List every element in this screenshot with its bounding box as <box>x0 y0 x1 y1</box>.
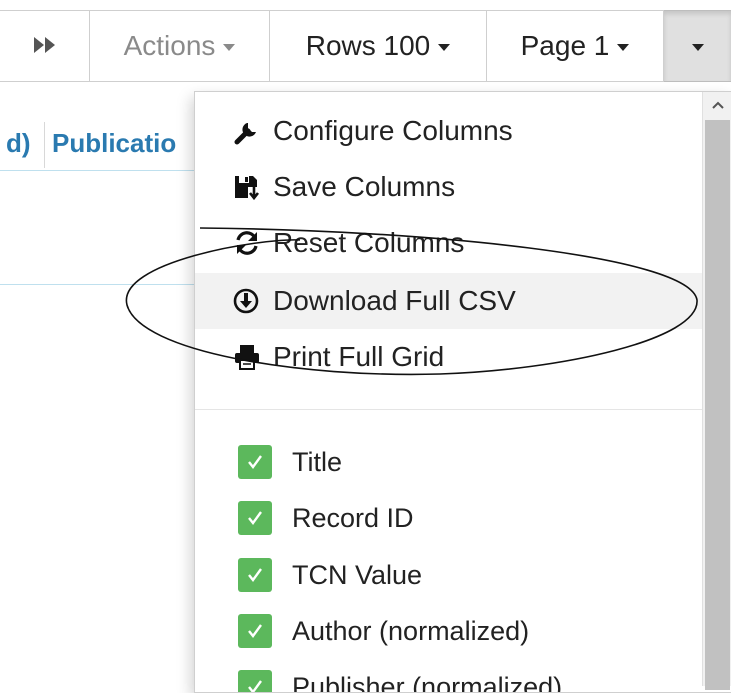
wrench-icon <box>233 116 273 146</box>
column-separator <box>44 122 45 168</box>
grid-menu-toggle[interactable] <box>664 10 731 82</box>
refresh-icon <box>233 228 273 258</box>
save-columns-label: Save Columns <box>273 171 455 203</box>
column-toggle-publisher[interactable]: Publisher (normalized) <box>195 659 703 693</box>
print-full-grid-item[interactable]: Print Full Grid <box>195 329 703 385</box>
menu-divider <box>195 409 703 410</box>
grid-header-row: d) Publicatio <box>0 118 195 171</box>
reset-columns-label: Reset Columns <box>273 227 464 259</box>
scrollbar-thumb[interactable] <box>705 120 730 690</box>
menu-scrollbar[interactable] <box>702 92 731 686</box>
download-icon <box>233 286 273 316</box>
checkbox-checked-icon[interactable] <box>238 558 272 592</box>
actions-button[interactable]: Actions <box>90 10 270 82</box>
checkbox-checked-icon[interactable] <box>238 614 272 648</box>
column-toggle-label: TCN Value <box>292 560 422 591</box>
print-icon <box>233 342 273 372</box>
print-full-grid-label: Print Full Grid <box>273 341 444 373</box>
column-toggle-label: Author (normalized) <box>292 616 529 647</box>
grid-toolbar: Actions Rows 100 Page 1 <box>0 10 731 84</box>
column-toggle-author[interactable]: Author (normalized) <box>195 603 703 659</box>
page-button[interactable]: Page 1 <box>487 10 664 82</box>
column-toggle-label: Publisher (normalized) <box>292 672 562 693</box>
rows-label: Rows 100 <box>306 30 431 62</box>
next-page-button[interactable] <box>0 10 90 82</box>
download-full-csv-item[interactable]: Download Full CSV <box>195 273 703 329</box>
checkbox-checked-icon[interactable] <box>238 670 272 693</box>
grid-actions-menu: Configure Columns Save Columns Reset Col… <box>194 91 731 693</box>
save-columns-item[interactable]: Save Columns <box>195 159 703 215</box>
column-header-publication[interactable]: Publicatio <box>52 128 176 159</box>
page-label: Page 1 <box>521 30 610 62</box>
reset-columns-item[interactable]: Reset Columns <box>195 215 703 271</box>
download-full-csv-label: Download Full CSV <box>273 285 516 317</box>
caret-down-icon <box>617 44 629 51</box>
column-toggle-tcn-value[interactable]: TCN Value <box>195 547 703 603</box>
column-toggle-title[interactable]: Title <box>195 434 703 490</box>
column-toggle-label: Title <box>292 447 342 478</box>
grid-row-divider <box>0 284 195 285</box>
checkbox-checked-icon[interactable] <box>238 445 272 479</box>
column-toggle-record-id[interactable]: Record ID <box>195 490 703 546</box>
configure-columns-label: Configure Columns <box>273 115 513 147</box>
actions-label: Actions <box>124 30 216 62</box>
caret-down-icon <box>692 44 704 51</box>
configure-columns-item[interactable]: Configure Columns <box>195 103 703 159</box>
column-header-partial[interactable]: d) <box>6 128 31 159</box>
column-toggle-label: Record ID <box>292 503 414 534</box>
caret-down-icon <box>438 44 450 51</box>
caret-down-icon <box>223 44 235 51</box>
save-icon <box>233 172 273 202</box>
scroll-up-arrow-icon[interactable] <box>703 92 731 118</box>
rows-button[interactable]: Rows 100 <box>270 10 487 82</box>
fast-forward-icon <box>32 30 58 62</box>
checkbox-checked-icon[interactable] <box>238 501 272 535</box>
